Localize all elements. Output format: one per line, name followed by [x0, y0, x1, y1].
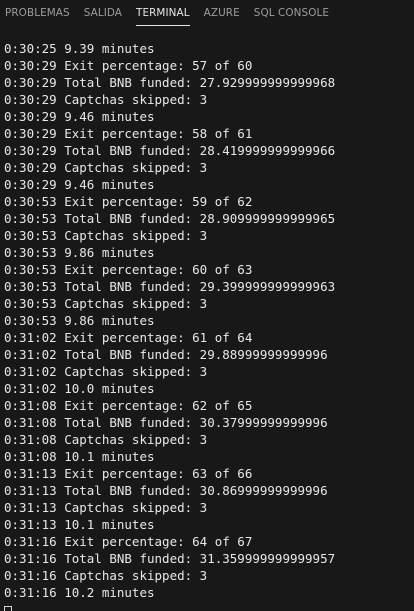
terminal-line: 0:31:08 Captchas skipped: 3	[4, 432, 208, 447]
terminal-line: 0:30:29 Exit percentage: 58 of 61	[4, 126, 253, 141]
panel-tab-bar: PROBLEMAS SALIDA TERMINAL AZURE SQL CONS…	[0, 0, 414, 28]
terminal-line: 0:31:02 Captchas skipped: 3	[4, 364, 208, 379]
terminal-line: 0:30:53 Captchas skipped: 3	[4, 228, 208, 243]
terminal-line: 0:31:02 Exit percentage: 61 of 64	[4, 330, 253, 345]
terminal-line: 0:30:29 Total BNB funded: 28.41999999999…	[4, 143, 336, 158]
terminal-output[interactable]: 0:30:25 9.39 minutes 0:30:29 Exit percent…	[4, 40, 414, 611]
terminal-line: 0:30:53 Total BNB funded: 29.39999999999…	[4, 279, 336, 294]
terminal-line: 0:31:02 10.0 minutes	[4, 381, 155, 396]
terminal-line: 0:30:29 Total BNB funded: 27.92999999999…	[4, 75, 336, 90]
terminal-line: 0:30:29 Exit percentage: 57 of 60	[4, 58, 253, 73]
terminal-line: 0:31:02 Total BNB funded: 29.88999999999…	[4, 347, 328, 362]
tab-azure[interactable]: AZURE	[197, 0, 247, 28]
terminal-line: 0:31:16 Captchas skipped: 3	[4, 568, 208, 583]
tab-sql-console[interactable]: SQL CONSOLE	[247, 0, 336, 28]
terminal-line: 0:31:13 10.1 minutes	[4, 517, 155, 532]
terminal-line: 0:30:29 Captchas skipped: 3	[4, 160, 208, 175]
terminal-line: 0:31:13 Exit percentage: 63 of 66	[4, 466, 253, 481]
terminal-line: 0:31:08 10.1 minutes	[4, 449, 155, 464]
terminal-line: 0:30:29 9.46 minutes	[4, 109, 155, 124]
terminal-line: 0:30:29 Captchas skipped: 3	[4, 92, 208, 107]
terminal-line: 0:30:53 Exit percentage: 59 of 62	[4, 194, 253, 209]
terminal-line: 0:31:16 Total BNB funded: 31.35999999999…	[4, 551, 336, 566]
terminal-line: 0:31:16 10.2 minutes	[4, 585, 155, 600]
terminal-line: 0:31:13 Total BNB funded: 30.86999999999…	[4, 483, 328, 498]
terminal-line: 0:31:08 Total BNB funded: 30.37999999999…	[4, 415, 328, 430]
terminal-cursor	[4, 606, 12, 611]
terminal-line: 0:31:13 Captchas skipped: 3	[4, 500, 208, 515]
terminal-line: 0:31:16 Exit percentage: 64 of 67	[4, 534, 253, 549]
terminal-line: 0:30:53 Captchas skipped: 3	[4, 296, 208, 311]
terminal-line: 0:30:29 9.46 minutes	[4, 177, 155, 192]
tab-terminal[interactable]: TERMINAL	[129, 0, 197, 28]
tab-problems[interactable]: PROBLEMAS	[0, 0, 77, 28]
terminal-line: 0:30:53 9.86 minutes	[4, 313, 155, 328]
terminal-prompt-line[interactable]	[4, 601, 414, 611]
terminal-panel: PROBLEMAS SALIDA TERMINAL AZURE SQL CONS…	[0, 0, 414, 611]
terminal-line: 0:30:25 9.39 minutes	[4, 41, 155, 56]
tab-output[interactable]: SALIDA	[77, 0, 129, 28]
terminal-line: 0:30:53 9.86 minutes	[4, 245, 155, 260]
terminal-line: 0:30:53 Total BNB funded: 28.90999999999…	[4, 211, 336, 226]
terminal-line: 0:30:53 Exit percentage: 60 of 63	[4, 262, 253, 277]
terminal-line: 0:31:08 Exit percentage: 62 of 65	[4, 398, 253, 413]
